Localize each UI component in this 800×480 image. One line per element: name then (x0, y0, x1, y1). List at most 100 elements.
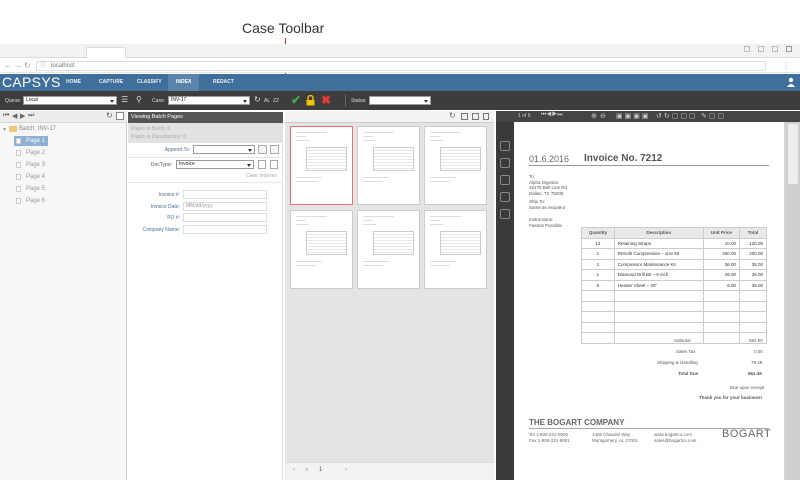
index-field-input[interactable] (183, 190, 267, 199)
invoice-cell: Compressor Maintenance Kit (613, 258, 704, 270)
batch-summary: Pages in Batch: 6 Pages in Document(s): … (128, 123, 283, 143)
list-view-icon[interactable] (472, 113, 479, 120)
grid-view-icon[interactable] (461, 113, 468, 120)
prev-page-icon[interactable]: ◀ (12, 112, 17, 120)
batch-page-item[interactable]: Page 4 (14, 172, 48, 182)
doctype-select[interactable]: Invoice (176, 160, 254, 169)
select-icon[interactable] (500, 158, 510, 168)
to-line: Dallas, TX 75038 (529, 190, 564, 196)
menu-index[interactable]: INDEX (168, 74, 200, 91)
index-field-label: Company Name: (142, 226, 180, 233)
batch-page-item[interactable]: Page 5 (14, 184, 48, 194)
search-icon[interactable]: ⚲ (136, 95, 142, 104)
index-field-input[interactable] (183, 213, 267, 222)
expand-icon[interactable]: ▾ (3, 126, 6, 133)
index-field-label: PO #: (167, 215, 180, 221)
viewer-toolbar: 1 of 6 ⏮◀▶⏭ ⊕ ⊖ ▣▣▣▣ ↺↻▢▢▢ ✎▢▢ (496, 111, 800, 122)
batch-title[interactable]: Batch: INV-17 (19, 126, 56, 132)
invoice-cell: 1 (581, 258, 615, 270)
batch-page-label: Page 4 (26, 174, 46, 180)
queue-select[interactable]: Local (23, 96, 117, 105)
rotate-icons[interactable]: ↺↻▢▢▢ (656, 112, 698, 120)
clear-indexes-link[interactable]: Clear Indexes (246, 173, 277, 179)
reload-icon[interactable]: ↻ (24, 61, 31, 70)
batch-page-item[interactable]: Page 1 (14, 136, 48, 146)
refresh-icon[interactable]: ↻ (254, 95, 261, 104)
maximize-icon[interactable] (758, 46, 764, 52)
zoom-in-icon[interactable]: ⊕ (591, 112, 597, 120)
append-to-select[interactable] (193, 145, 255, 154)
invoice-cell: Diamond Drill Bit – 9 inch (613, 269, 704, 281)
list-icon[interactable]: ☰ (121, 96, 129, 104)
thanks-note: Thank you for your business! (699, 395, 763, 400)
pager-next-icon[interactable]: › (345, 467, 347, 473)
refresh-thumbs-icon[interactable]: ↻ (449, 111, 456, 120)
batch-page-item[interactable]: Page 6 (14, 196, 48, 206)
status-label: Status: (351, 98, 367, 104)
pager-prev-icon[interactable]: ‹ (293, 467, 295, 473)
user-icon[interactable] (786, 77, 796, 87)
close-window-icon[interactable] (786, 46, 792, 52)
reject-icon[interactable]: ✖ (321, 93, 331, 107)
fit-icons[interactable]: ▣▣▣▣ (616, 112, 650, 120)
new-document-icon[interactable] (270, 145, 279, 154)
page-thumbnail[interactable] (424, 126, 487, 205)
invoice-row: 6 Header Sheet – 20" 6.00 36.00 (581, 279, 767, 291)
stamp-icon[interactable] (500, 209, 510, 219)
browser-tab[interactable] (86, 47, 126, 58)
invoice-cell: Retrofit Compression – size 50 (613, 248, 704, 260)
viewer-scroll-thumb[interactable] (788, 124, 798, 184)
document-icon[interactable] (258, 160, 266, 169)
divider (128, 182, 283, 183)
browser-menu-icon[interactable]: ⋮ (782, 61, 790, 70)
tree-options-icon[interactable] (116, 112, 124, 120)
index-field-label: Invoice #: (158, 192, 180, 198)
page-thumbnail[interactable] (290, 126, 353, 205)
batch-page-item[interactable]: Page 2 (14, 148, 48, 158)
url-input[interactable]: ⓘ localhost (36, 61, 766, 71)
menu-capture[interactable]: CAPTURE (91, 74, 131, 91)
first-page-icon[interactable]: ⏮ (3, 112, 9, 120)
viewer-nav-icons[interactable]: ⏮◀▶⏭ (541, 112, 563, 119)
forward-icon[interactable]: → (14, 61, 22, 70)
refresh-tree-icon[interactable]: ↻ (106, 111, 113, 120)
menu-classify[interactable]: CLASSIFY (129, 74, 170, 91)
zoom-out-icon[interactable]: ⊖ (600, 112, 606, 120)
page-icon (16, 198, 21, 204)
invoice-empty-row (581, 311, 767, 323)
annotate-icon[interactable] (500, 141, 510, 151)
restore-icon[interactable] (772, 46, 778, 52)
menu-redact[interactable]: REDACT (205, 74, 242, 91)
highlight-icon[interactable] (500, 192, 510, 202)
page-thumbnail[interactable] (357, 126, 420, 205)
minimize-icon[interactable] (744, 46, 750, 52)
invoice-cell: 36.00 (739, 258, 767, 270)
batch-page-item[interactable]: Page 3 (14, 160, 48, 170)
page-thumbnail[interactable] (424, 210, 487, 289)
index-field-input[interactable]: MM/dd/yyyy (183, 201, 267, 211)
index-field-input[interactable] (183, 224, 267, 234)
status-select[interactable] (369, 96, 431, 105)
case-select[interactable]: INV-17 (168, 96, 250, 105)
case-label: Case: (152, 98, 166, 104)
pager-current[interactable]: 1 (319, 467, 322, 473)
page-thumbnail[interactable] (290, 210, 353, 289)
subtotal-value: 582.00 (749, 338, 763, 343)
back-icon[interactable]: ← (4, 61, 12, 70)
annotation-icons[interactable]: ✎▢▢ (701, 112, 726, 120)
append-icon[interactable] (258, 145, 267, 154)
document-copy-icon[interactable] (270, 160, 278, 169)
menu-home[interactable]: HOME (58, 74, 89, 91)
check-icon[interactable]: ✔ (291, 93, 301, 107)
single-view-icon[interactable] (483, 113, 489, 120)
page-thumbnail[interactable] (357, 210, 420, 289)
lock-icon[interactable] (306, 95, 315, 106)
pan-icon[interactable] (500, 175, 510, 185)
tax-label: Sales Tax (676, 349, 696, 354)
total-label: Total Due (678, 371, 699, 376)
next-page-icon[interactable]: ▶ (20, 112, 25, 120)
invoice-cell: 6 (581, 279, 615, 291)
last-page-icon[interactable]: ⏭ (28, 112, 34, 120)
invoice-cell: 12 (581, 237, 615, 249)
pager-first-icon[interactable]: « (305, 467, 308, 473)
